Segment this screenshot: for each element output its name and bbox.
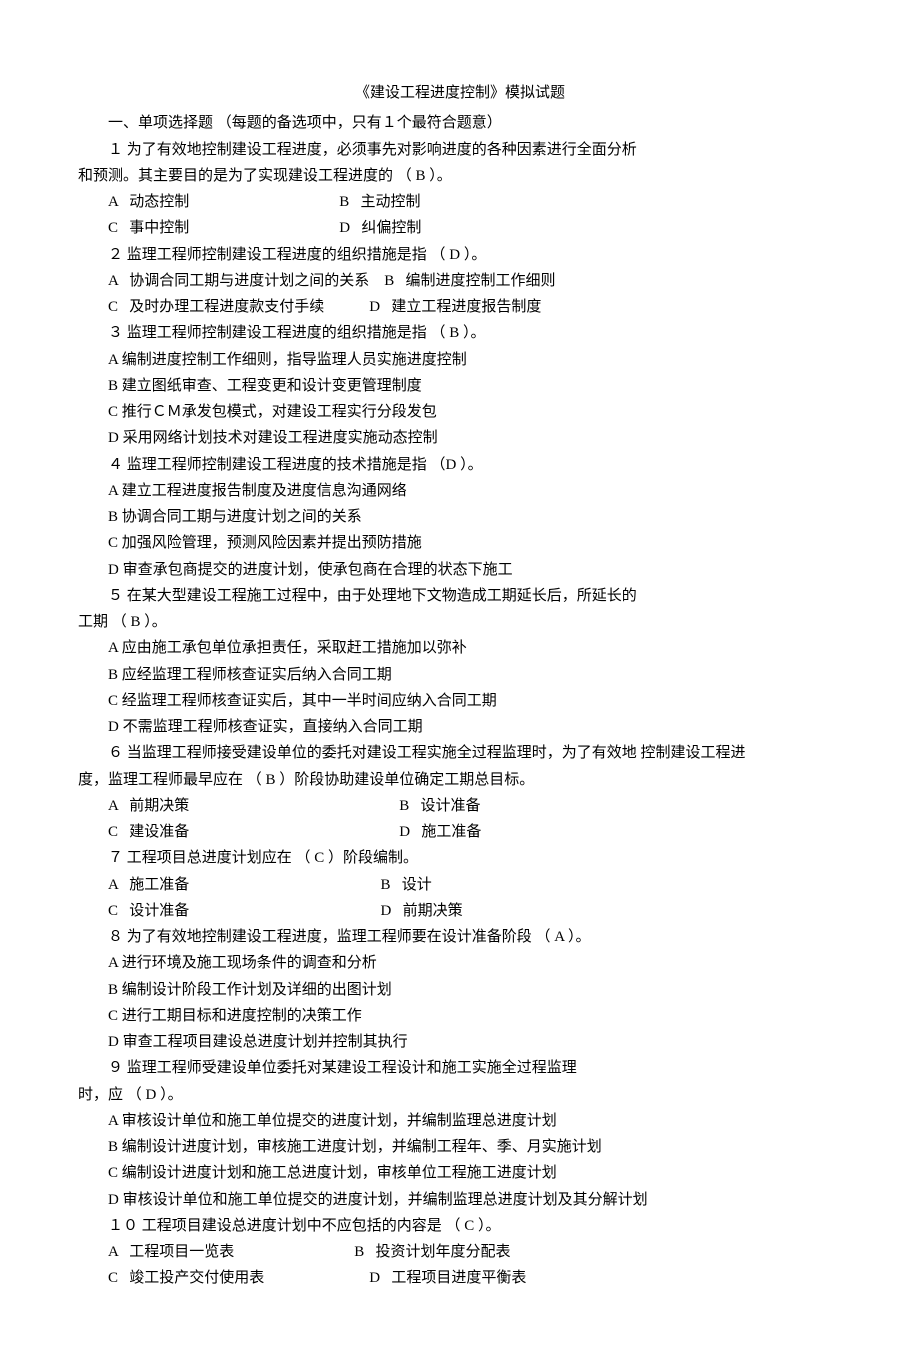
q1-stem: １ 为了有效地控制建设工程进度，必须事先对影响进度的各种因素进行全面分析 (78, 137, 842, 163)
q8-d: D 审查工程项目建设总进度计划并控制其执行 (78, 1029, 842, 1055)
q7-stem: ７ 工程项目总进度计划应在 （ C ）阶段编制。 (78, 845, 842, 871)
section-1-heading: 一、单项选择题 （每题的备选项中，只有１个最符合题意） (78, 110, 842, 136)
q3-b: B 建立图纸审查、工程变更和设计变更管理制度 (78, 373, 842, 399)
q6-b: 设计准备 (421, 798, 481, 814)
q2-a: 协调合同工期与进度计划之间的关系 (129, 273, 369, 289)
q4-c: C 加强风险管理，预测风险因素并提出预防措施 (78, 530, 842, 556)
q9-d: D 审核设计单位和施工单位提交的进度计划，并编制监理总进度计划及其分解计划 (78, 1187, 842, 1213)
q2-row-ab: A 协调合同工期与进度计划之间的关系 B 编制进度控制工作细则 (78, 268, 842, 294)
q10-row-ab: A 工程项目一览表 B 投资计划年度分配表 (78, 1239, 842, 1265)
q1-b: 主动控制 (361, 194, 421, 210)
q1-row-ab: A 动态控制 B 主动控制 (78, 189, 842, 215)
q7-row-cd: C 设计准备 D 前期决策 (78, 898, 842, 924)
q3-a: A 编制进度控制工作细则，指导监理人员实施进度控制 (78, 347, 842, 373)
q7-c: 设计准备 (129, 903, 189, 919)
q3-stem: ３ 监理工程师控制建设工程进度的组织措施是指 （ B ）。 (78, 320, 842, 346)
q9-cont: 时，应 （ D ）。 (78, 1082, 842, 1108)
q1-row-cd: C 事中控制 D 纠偏控制 (78, 215, 842, 241)
q3-c: C 推行ＣＭ承发包模式，对建设工程实行分段发包 (78, 399, 842, 425)
q3-d: D 采用网络计划技术对建设工程进度实施动态控制 (78, 425, 842, 451)
q10-row-cd: C 竣工投产交付使用表 D 工程项目进度平衡表 (78, 1265, 842, 1291)
q10-b: 投资计划年度分配表 (376, 1244, 511, 1260)
q4-stem: ４ 监理工程师控制建设工程进度的技术措施是指 （D ）。 (78, 452, 842, 478)
q9-b: B 编制设计进度计划，审核施工进度计划，并编制工程年、季、月实施计划 (78, 1134, 842, 1160)
q5-d: D 不需监理工程师核查证实，直接纳入合同工期 (78, 714, 842, 740)
page-title: 《建设工程进度控制》模拟试题 (78, 80, 842, 106)
q5-stem: ５ 在某大型建设工程施工过程中，由于处理地下文物造成工期延长后，所延长的 (78, 583, 842, 609)
q5-cont: 工期 （ B ）。 (78, 609, 842, 635)
q10-d: 工程项目进度平衡表 (391, 1270, 526, 1286)
q6-cont: 度，监理工程师最早应在 （ B ）阶段协助建设单位确定工期总目标。 (78, 767, 842, 793)
q2-c: 及时办理工程进度款支付手续 (129, 299, 324, 315)
q9-c: C 编制设计进度计划和施工总进度计划，审核单位工程施工进度计划 (78, 1160, 842, 1186)
q4-d: D 审查承包商提交的进度计划，使承包商在合理的状态下施工 (78, 557, 842, 583)
q6-a: 前期决策 (129, 798, 189, 814)
q2-b: 编制进度控制工作细则 (406, 273, 556, 289)
q8-b: B 编制设计阶段工作计划及详细的出图计划 (78, 977, 842, 1003)
q6-d: 施工准备 (421, 824, 481, 840)
q1-a: 动态控制 (129, 194, 189, 210)
q7-b: 设计 (402, 877, 432, 893)
q10-c: 竣工投产交付使用表 (129, 1270, 264, 1286)
q8-stem: ８ 为了有效地控制建设工程进度，监理工程师要在设计准备阶段 （ A ）。 (78, 924, 842, 950)
q8-a: A 进行环境及施工现场条件的调查和分析 (78, 950, 842, 976)
q6-row-cd: C 建设准备 D 施工准备 (78, 819, 842, 845)
q10-stem: １０ 工程项目建设总进度计划中不应包括的内容是 （ C ）。 (78, 1213, 842, 1239)
q5-a: A 应由施工承包单位承担责任，采取赶工措施加以弥补 (78, 635, 842, 661)
q6-row-ab: A 前期决策 B 设计准备 (78, 793, 842, 819)
q9-stem: ９ 监理工程师受建设单位委托对某建设工程设计和施工实施全过程监理 (78, 1055, 842, 1081)
q4-a: A 建立工程进度报告制度及进度信息沟通网络 (78, 478, 842, 504)
q7-a: 施工准备 (129, 877, 189, 893)
q6-c: 建设准备 (129, 824, 189, 840)
q2-stem: ２ 监理工程师控制建设工程进度的组织措施是指 （ D ）。 (78, 242, 842, 268)
q9-a: A 审核设计单位和施工单位提交的进度计划，并编制监理总进度计划 (78, 1108, 842, 1134)
q10-a: 工程项目一览表 (129, 1244, 234, 1260)
q8-c: C 进行工期目标和进度控制的决策工作 (78, 1003, 842, 1029)
q2-d: 建立工程进度报告制度 (391, 299, 541, 315)
q4-b: B 协调合同工期与进度计划之间的关系 (78, 504, 842, 530)
q6-stem: ６ 当监理工程师接受建设单位的委托对建设工程实施全过程监理时，为了有效地 控制建… (78, 740, 842, 766)
q1-d: 纠偏控制 (361, 220, 421, 236)
q7-row-ab: A 施工准备 B 设计 (78, 872, 842, 898)
q1-c: 事中控制 (129, 220, 189, 236)
q2-row-cd: C 及时办理工程进度款支付手续 D 建立工程进度报告制度 (78, 294, 842, 320)
q5-b: B 应经监理工程师核查证实后纳入合同工期 (78, 662, 842, 688)
q1-cont: 和预测。其主要目的是为了实现建设工程进度的 （ B ）。 (78, 163, 842, 189)
q7-d: 前期决策 (403, 903, 463, 919)
q5-c: C 经监理工程师核查证实后，其中一半时间应纳入合同工期 (78, 688, 842, 714)
